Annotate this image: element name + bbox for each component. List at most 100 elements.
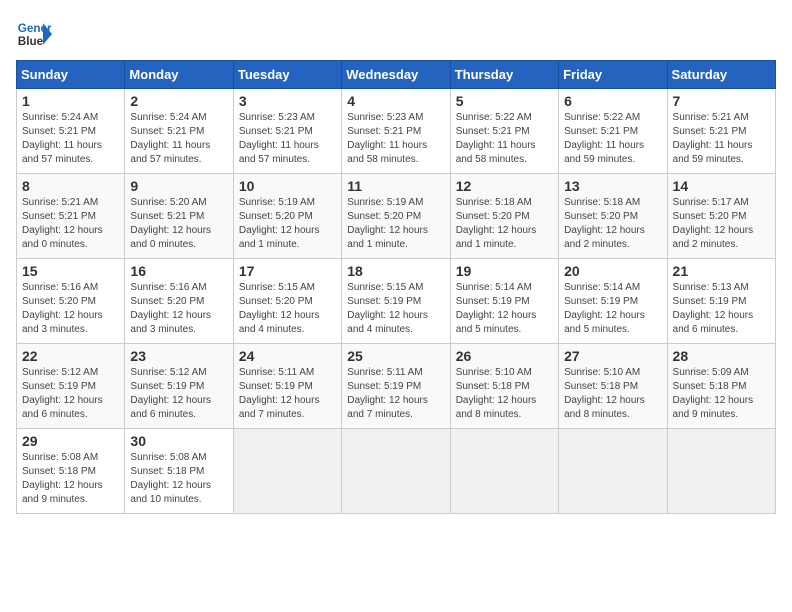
calendar-day-cell: 11 Sunrise: 5:19 AMSunset: 5:20 PMDaylig… (342, 174, 450, 259)
day-number: 1 (22, 93, 119, 109)
weekday-header: Monday (125, 61, 233, 89)
day-number: 19 (456, 263, 553, 279)
calendar-day-cell (342, 429, 450, 514)
day-info: Sunrise: 5:10 AMSunset: 5:18 PMDaylight:… (456, 367, 537, 420)
day-number: 4 (347, 93, 444, 109)
day-number: 7 (673, 93, 770, 109)
day-number: 17 (239, 263, 336, 279)
calendar-day-cell: 7 Sunrise: 5:21 AMSunset: 5:21 PMDayligh… (667, 89, 775, 174)
day-info: Sunrise: 5:23 AMSunset: 5:21 PMDaylight:… (239, 112, 319, 165)
calendar-day-cell: 18 Sunrise: 5:15 AMSunset: 5:19 PMDaylig… (342, 259, 450, 344)
svg-text:Blue: Blue (18, 35, 44, 48)
calendar-week-row: 15 Sunrise: 5:16 AMSunset: 5:20 PMDaylig… (17, 259, 776, 344)
day-number: 13 (564, 178, 661, 194)
day-number: 14 (673, 178, 770, 194)
day-info: Sunrise: 5:22 AMSunset: 5:21 PMDaylight:… (564, 112, 644, 165)
day-info: Sunrise: 5:19 AMSunset: 5:20 PMDaylight:… (347, 197, 428, 250)
calendar-day-cell: 29 Sunrise: 5:08 AMSunset: 5:18 PMDaylig… (17, 429, 125, 514)
day-info: Sunrise: 5:24 AMSunset: 5:21 PMDaylight:… (130, 112, 210, 165)
day-number: 8 (22, 178, 119, 194)
day-info: Sunrise: 5:08 AMSunset: 5:18 PMDaylight:… (130, 452, 211, 505)
day-info: Sunrise: 5:17 AMSunset: 5:20 PMDaylight:… (673, 197, 754, 250)
day-info: Sunrise: 5:10 AMSunset: 5:18 PMDaylight:… (564, 367, 645, 420)
day-info: Sunrise: 5:23 AMSunset: 5:21 PMDaylight:… (347, 112, 427, 165)
page-header: General Blue (16, 16, 776, 52)
day-info: Sunrise: 5:16 AMSunset: 5:20 PMDaylight:… (130, 282, 211, 335)
calendar-day-cell: 4 Sunrise: 5:23 AMSunset: 5:21 PMDayligh… (342, 89, 450, 174)
calendar-day-cell: 13 Sunrise: 5:18 AMSunset: 5:20 PMDaylig… (559, 174, 667, 259)
calendar-day-cell: 27 Sunrise: 5:10 AMSunset: 5:18 PMDaylig… (559, 344, 667, 429)
weekday-header: Sunday (17, 61, 125, 89)
day-info: Sunrise: 5:13 AMSunset: 5:19 PMDaylight:… (673, 282, 754, 335)
day-info: Sunrise: 5:08 AMSunset: 5:18 PMDaylight:… (22, 452, 103, 505)
day-info: Sunrise: 5:16 AMSunset: 5:20 PMDaylight:… (22, 282, 103, 335)
day-info: Sunrise: 5:18 AMSunset: 5:20 PMDaylight:… (456, 197, 537, 250)
day-info: Sunrise: 5:12 AMSunset: 5:19 PMDaylight:… (22, 367, 103, 420)
weekday-header: Friday (559, 61, 667, 89)
day-info: Sunrise: 5:22 AMSunset: 5:21 PMDaylight:… (456, 112, 536, 165)
day-number: 5 (456, 93, 553, 109)
day-number: 21 (673, 263, 770, 279)
calendar-day-cell: 14 Sunrise: 5:17 AMSunset: 5:20 PMDaylig… (667, 174, 775, 259)
calendar-week-row: 22 Sunrise: 5:12 AMSunset: 5:19 PMDaylig… (17, 344, 776, 429)
calendar-week-row: 29 Sunrise: 5:08 AMSunset: 5:18 PMDaylig… (17, 429, 776, 514)
day-info: Sunrise: 5:21 AMSunset: 5:21 PMDaylight:… (673, 112, 753, 165)
calendar-day-cell: 20 Sunrise: 5:14 AMSunset: 5:19 PMDaylig… (559, 259, 667, 344)
calendar-day-cell: 9 Sunrise: 5:20 AMSunset: 5:21 PMDayligh… (125, 174, 233, 259)
calendar-day-cell: 17 Sunrise: 5:15 AMSunset: 5:20 PMDaylig… (233, 259, 341, 344)
day-info: Sunrise: 5:24 AMSunset: 5:21 PMDaylight:… (22, 112, 102, 165)
day-info: Sunrise: 5:12 AMSunset: 5:19 PMDaylight:… (130, 367, 211, 420)
day-number: 23 (130, 348, 227, 364)
day-number: 28 (673, 348, 770, 364)
calendar-day-cell: 10 Sunrise: 5:19 AMSunset: 5:20 PMDaylig… (233, 174, 341, 259)
calendar-day-cell: 16 Sunrise: 5:16 AMSunset: 5:20 PMDaylig… (125, 259, 233, 344)
day-info: Sunrise: 5:19 AMSunset: 5:20 PMDaylight:… (239, 197, 320, 250)
calendar-day-cell: 6 Sunrise: 5:22 AMSunset: 5:21 PMDayligh… (559, 89, 667, 174)
calendar-day-cell (667, 429, 775, 514)
day-number: 29 (22, 433, 119, 449)
day-info: Sunrise: 5:14 AMSunset: 5:19 PMDaylight:… (564, 282, 645, 335)
calendar-header: SundayMondayTuesdayWednesdayThursdayFrid… (17, 61, 776, 89)
day-number: 27 (564, 348, 661, 364)
weekday-header: Saturday (667, 61, 775, 89)
day-number: 2 (130, 93, 227, 109)
day-info: Sunrise: 5:11 AMSunset: 5:19 PMDaylight:… (239, 367, 320, 420)
calendar-day-cell: 12 Sunrise: 5:18 AMSunset: 5:20 PMDaylig… (450, 174, 558, 259)
day-info: Sunrise: 5:21 AMSunset: 5:21 PMDaylight:… (22, 197, 103, 250)
calendar-day-cell (233, 429, 341, 514)
day-info: Sunrise: 5:11 AMSunset: 5:19 PMDaylight:… (347, 367, 428, 420)
day-info: Sunrise: 5:15 AMSunset: 5:20 PMDaylight:… (239, 282, 320, 335)
calendar-day-cell: 8 Sunrise: 5:21 AMSunset: 5:21 PMDayligh… (17, 174, 125, 259)
weekday-header: Tuesday (233, 61, 341, 89)
day-info: Sunrise: 5:15 AMSunset: 5:19 PMDaylight:… (347, 282, 428, 335)
logo: General Blue (16, 16, 52, 52)
day-number: 20 (564, 263, 661, 279)
day-number: 24 (239, 348, 336, 364)
calendar-day-cell: 30 Sunrise: 5:08 AMSunset: 5:18 PMDaylig… (125, 429, 233, 514)
calendar-day-cell: 5 Sunrise: 5:22 AMSunset: 5:21 PMDayligh… (450, 89, 558, 174)
day-number: 12 (456, 178, 553, 194)
day-number: 10 (239, 178, 336, 194)
day-number: 15 (22, 263, 119, 279)
calendar-day-cell (559, 429, 667, 514)
calendar-day-cell: 22 Sunrise: 5:12 AMSunset: 5:19 PMDaylig… (17, 344, 125, 429)
calendar-day-cell: 23 Sunrise: 5:12 AMSunset: 5:19 PMDaylig… (125, 344, 233, 429)
day-info: Sunrise: 5:09 AMSunset: 5:18 PMDaylight:… (673, 367, 754, 420)
calendar-day-cell: 26 Sunrise: 5:10 AMSunset: 5:18 PMDaylig… (450, 344, 558, 429)
calendar-day-cell: 3 Sunrise: 5:23 AMSunset: 5:21 PMDayligh… (233, 89, 341, 174)
day-number: 22 (22, 348, 119, 364)
weekday-header: Wednesday (342, 61, 450, 89)
calendar-day-cell: 1 Sunrise: 5:24 AMSunset: 5:21 PMDayligh… (17, 89, 125, 174)
calendar-day-cell: 21 Sunrise: 5:13 AMSunset: 5:19 PMDaylig… (667, 259, 775, 344)
day-number: 9 (130, 178, 227, 194)
day-number: 11 (347, 178, 444, 194)
calendar-week-row: 1 Sunrise: 5:24 AMSunset: 5:21 PMDayligh… (17, 89, 776, 174)
day-number: 18 (347, 263, 444, 279)
weekday-header: Thursday (450, 61, 558, 89)
calendar-table: SundayMondayTuesdayWednesdayThursdayFrid… (16, 60, 776, 514)
day-number: 16 (130, 263, 227, 279)
calendar-day-cell: 24 Sunrise: 5:11 AMSunset: 5:19 PMDaylig… (233, 344, 341, 429)
day-number: 3 (239, 93, 336, 109)
day-info: Sunrise: 5:14 AMSunset: 5:19 PMDaylight:… (456, 282, 537, 335)
day-number: 6 (564, 93, 661, 109)
